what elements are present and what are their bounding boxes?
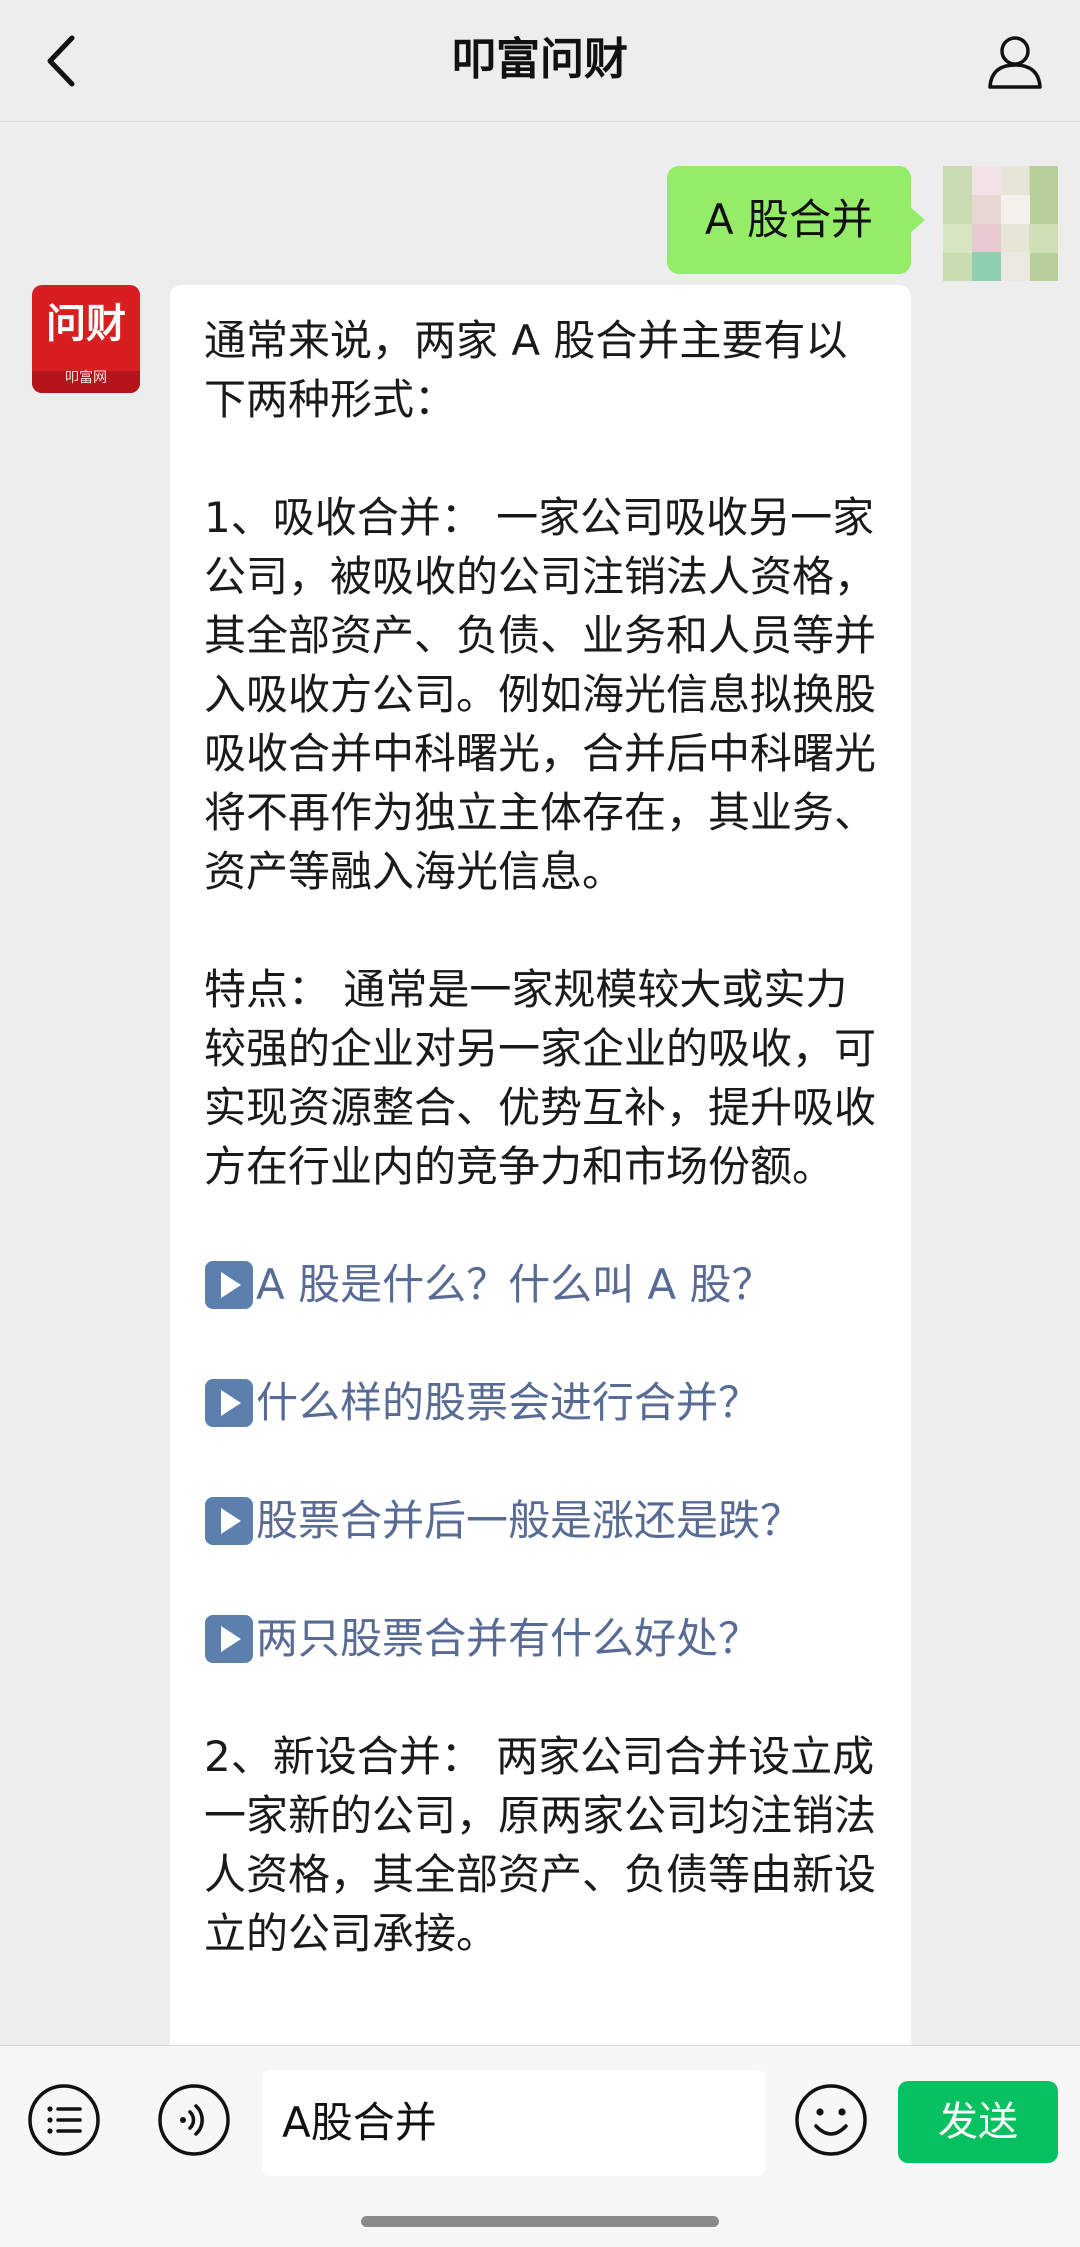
related-question-text: 什么样的股票会进行合并？ (256, 1378, 761, 1427)
bot-paragraph: 通常来说，两家 A 股合并主要有以下两种形式： (204, 316, 848, 424)
menu-button[interactable] (25, 2081, 103, 2159)
bot-avatar[interactable]: 问财 叩富网 (32, 285, 140, 393)
list-icon (28, 2084, 100, 2156)
user-icon (988, 36, 1042, 89)
profile-button[interactable] (980, 26, 1050, 96)
nav-bar: 叩富问财 (0, 0, 1080, 122)
bot-paragraph: 1、吸收合并： 一家公司吸收另一家公司，被吸收的公司注销法人资格，其全部资产、负… (204, 493, 877, 896)
voice-button[interactable] (155, 2081, 233, 2159)
input-bar: A股合并 发送 (0, 2045, 1080, 2247)
play-icon (204, 1614, 254, 1664)
related-question-link[interactable]: 什么样的股票会进行合并？ (204, 1373, 877, 1432)
user-avatar[interactable] (943, 166, 1058, 281)
related-question-text: A 股是什么？什么叫 A 股？ (256, 1260, 774, 1309)
page-title: 叩富问财 (452, 34, 628, 85)
chat-area[interactable]: A 股合并 问财 叩富网 通常来说，两家 A 股合并主要有以下两种形式： 1、吸… (0, 122, 1080, 2045)
related-question-text: 两只股票合并有什么好处？ (256, 1614, 761, 1663)
play-icon (204, 1378, 254, 1428)
user-message-row: A 股合并 (22, 144, 1058, 281)
play-icon (204, 1496, 254, 1546)
message-input[interactable]: A股合并 (262, 2070, 765, 2176)
related-question-link[interactable]: 股票合并后一般是涨还是跌？ (204, 1491, 877, 1550)
bot-logo-sub: 叩富网 (65, 370, 107, 386)
play-icon (204, 1260, 254, 1310)
home-indicator[interactable] (361, 2216, 719, 2227)
bot-paragraph: 特点： 通常是一家规模较大或实力较强的企业对另一家企业的吸收，可实现资源整合、优… (204, 965, 877, 1191)
send-button[interactable]: 发送 (898, 2081, 1058, 2163)
bot-message-bubble[interactable]: 通常来说，两家 A 股合并主要有以下两种形式： 1、吸收合并： 一家公司吸收另一… (170, 285, 911, 2045)
related-question-link[interactable]: A 股是什么？什么叫 A 股？ (204, 1255, 877, 1314)
related-question-text: 股票合并后一般是涨还是跌？ (256, 1496, 803, 1545)
emoji-icon (795, 2084, 867, 2156)
emoji-button[interactable] (792, 2081, 870, 2159)
bot-logo-text: 问财 (46, 301, 126, 347)
voice-icon (158, 2084, 230, 2156)
related-question-link[interactable]: 两只股票合并有什么好处？ (204, 1609, 877, 1668)
user-message-bubble[interactable]: A 股合并 (666, 166, 926, 274)
bot-paragraph: 2、新设合并： 两家公司合并设立成一家新的公司，原两家公司均注销法人资格，其全部… (204, 1732, 877, 1958)
